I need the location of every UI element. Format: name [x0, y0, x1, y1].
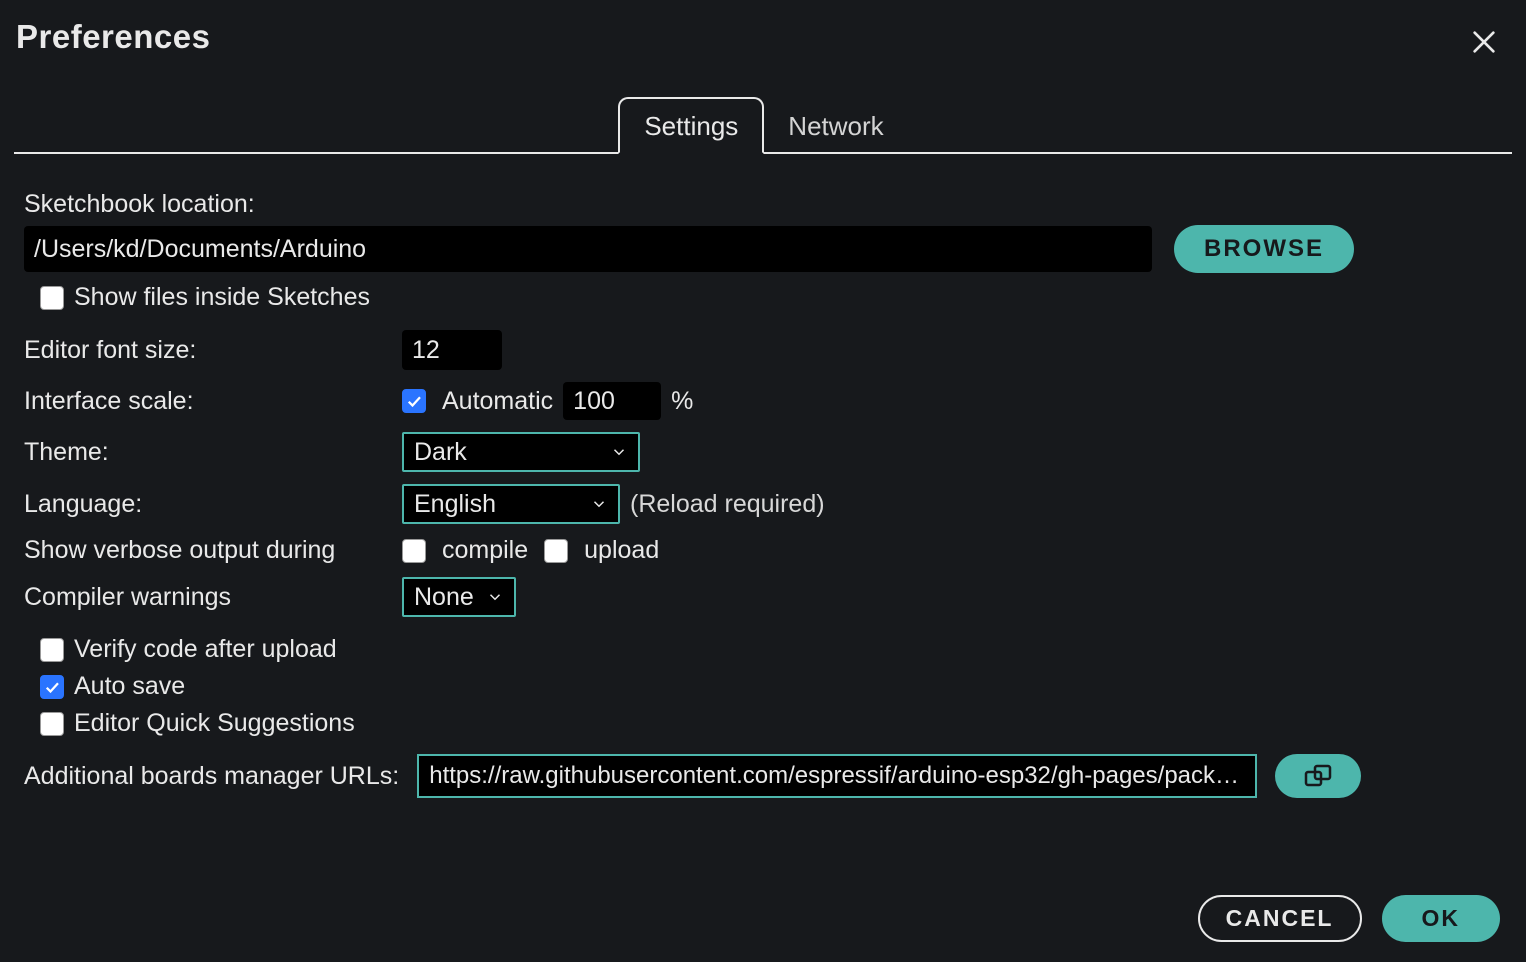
- reload-note: (Reload required): [630, 490, 825, 519]
- dialog-title: Preferences: [14, 18, 1512, 56]
- settings-form: Sketchbook location: BROWSE Show files i…: [14, 154, 1512, 798]
- chevron-down-icon: [486, 588, 504, 606]
- verbose-label: Show verbose output during: [24, 536, 335, 564]
- boards-urls-label: Additional boards manager URLs:: [24, 762, 399, 791]
- language-value: English: [414, 490, 496, 519]
- chevron-down-icon: [610, 443, 628, 461]
- ok-button[interactable]: OK: [1382, 895, 1501, 942]
- cancel-button[interactable]: CANCEL: [1198, 895, 1362, 942]
- verbose-compile-checkbox[interactable]: [402, 539, 426, 563]
- preferences-dialog: Preferences Settings Network Sketchbook …: [0, 0, 1526, 962]
- show-files-label: Show files inside Sketches: [74, 283, 370, 312]
- dialog-footer: CANCEL OK: [1198, 895, 1500, 942]
- scale-auto-checkbox[interactable]: [402, 389, 426, 413]
- browse-button[interactable]: BROWSE: [1174, 225, 1354, 273]
- scale-value-input[interactable]: [563, 382, 661, 420]
- font-size-input[interactable]: [402, 330, 502, 370]
- open-dialog-icon: [1303, 763, 1333, 789]
- tab-network[interactable]: Network: [764, 99, 907, 152]
- sketchbook-path-input[interactable]: [24, 226, 1152, 272]
- quick-suggestions-checkbox[interactable]: [40, 712, 64, 736]
- verify-after-upload-checkbox[interactable]: [40, 638, 64, 662]
- tab-bar: Settings Network: [14, 100, 1512, 154]
- auto-save-checkbox[interactable]: [40, 675, 64, 699]
- boards-urls-input[interactable]: [417, 754, 1257, 798]
- theme-label: Theme:: [24, 438, 109, 466]
- show-files-checkbox[interactable]: [40, 286, 64, 310]
- scale-percent: %: [671, 387, 693, 416]
- verbose-upload-checkbox[interactable]: [544, 539, 568, 563]
- verbose-compile-label: compile: [442, 536, 528, 565]
- scale-auto-label: Automatic: [442, 387, 553, 416]
- tab-settings[interactable]: Settings: [618, 97, 764, 154]
- quick-suggestions-label: Editor Quick Suggestions: [74, 709, 355, 738]
- theme-value: Dark: [414, 438, 467, 467]
- auto-save-label: Auto save: [74, 672, 185, 701]
- verify-after-upload-label: Verify code after upload: [74, 635, 337, 664]
- font-size-label: Editor font size:: [24, 336, 196, 364]
- chevron-down-icon: [590, 495, 608, 513]
- sketchbook-label: Sketchbook location:: [24, 190, 255, 219]
- warnings-label: Compiler warnings: [24, 583, 231, 611]
- open-urls-dialog-button[interactable]: [1275, 754, 1361, 798]
- close-button[interactable]: [1468, 26, 1500, 63]
- verbose-upload-label: upload: [584, 536, 659, 565]
- interface-scale-label: Interface scale:: [24, 387, 194, 415]
- warnings-select[interactable]: None: [402, 577, 516, 617]
- warnings-value: None: [414, 583, 474, 612]
- language-select[interactable]: English: [402, 484, 620, 524]
- theme-select[interactable]: Dark: [402, 432, 640, 472]
- language-label: Language:: [24, 490, 142, 518]
